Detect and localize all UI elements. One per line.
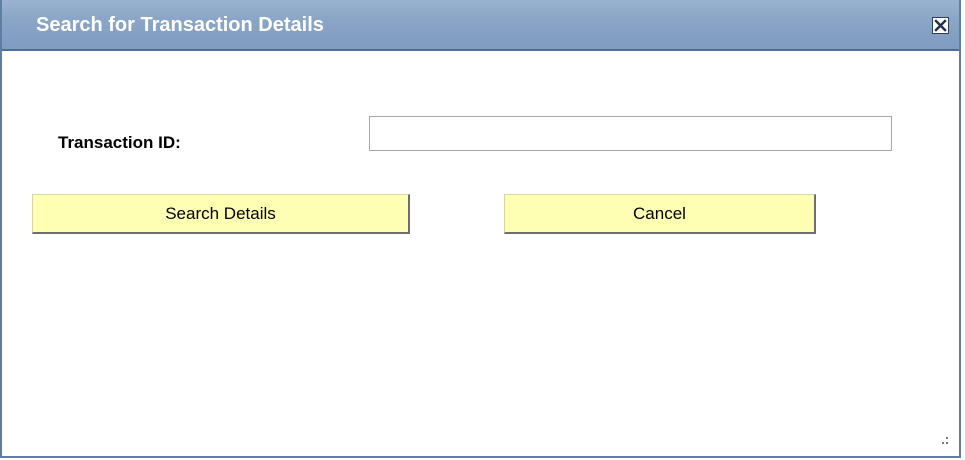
close-button[interactable]	[932, 17, 949, 34]
cancel-button[interactable]: Cancel	[504, 194, 816, 234]
transaction-id-label: Transaction ID:	[58, 133, 181, 152]
dialog-title: Search for Transaction Details	[36, 14, 324, 36]
dialog-titlebar[interactable]: Search for Transaction Details	[2, 0, 959, 51]
close-icon	[934, 19, 947, 32]
resize-grip-icon[interactable]	[939, 436, 949, 446]
search-details-button[interactable]: Search Details	[32, 194, 410, 234]
transaction-id-input[interactable]	[369, 116, 892, 151]
search-transaction-dialog: Search for Transaction Details Transacti…	[0, 0, 961, 458]
